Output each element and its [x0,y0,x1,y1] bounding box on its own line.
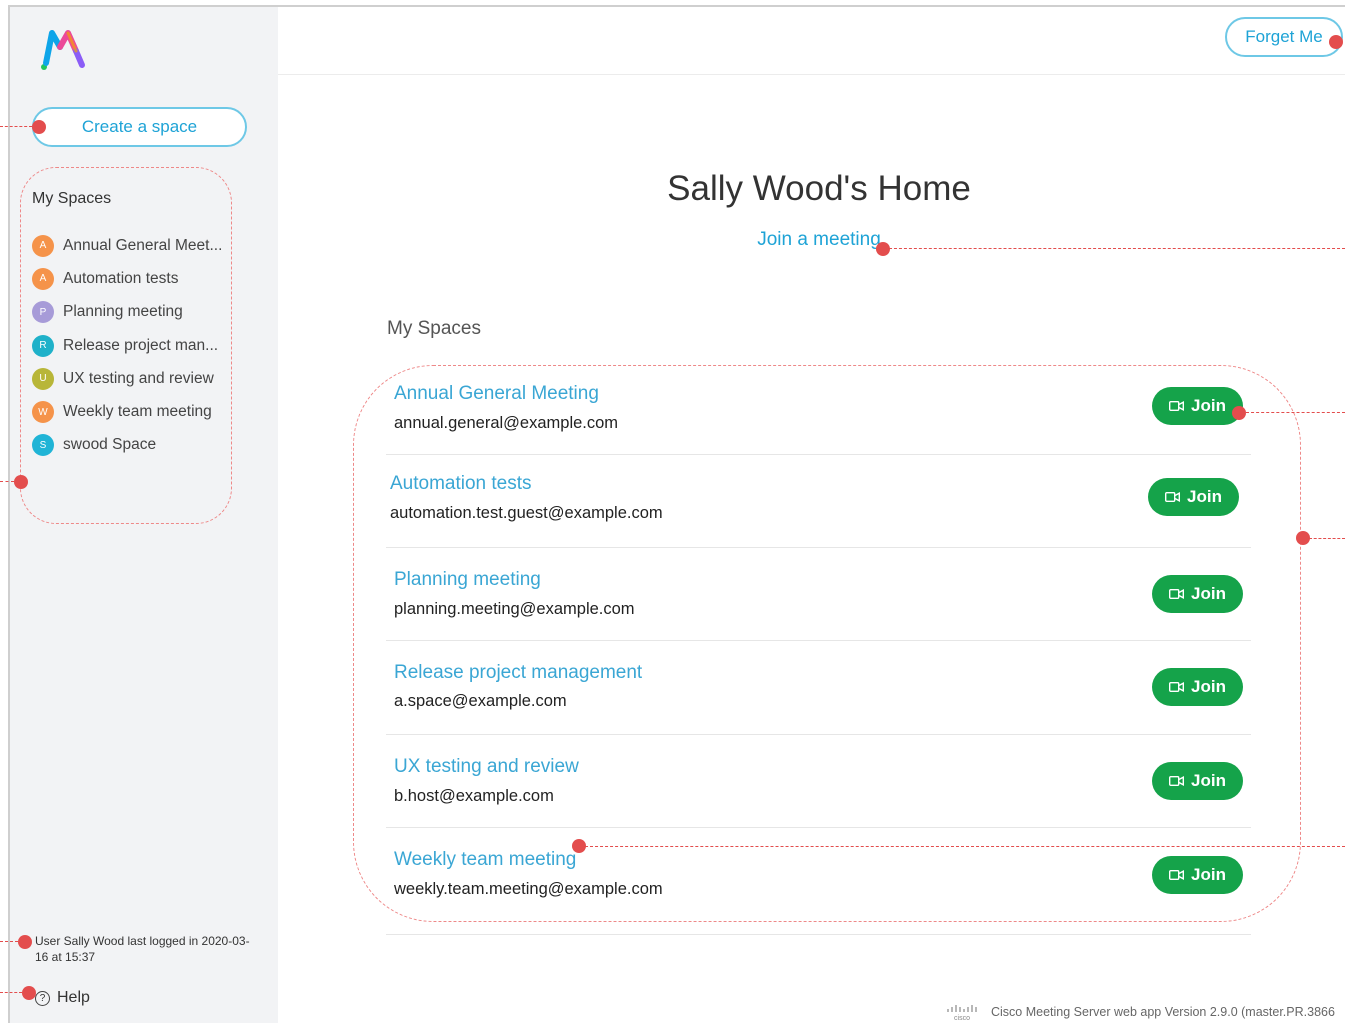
space-avatar: W [32,401,54,424]
join-button[interactable]: Join [1152,575,1243,613]
space-email: annual.general@example.com [394,414,619,432]
annotation-marker [572,839,586,853]
space-email: planning.meeting@example.com [394,600,635,618]
annotation-line [0,992,22,993]
join-label: Join [1191,677,1226,696]
space-avatar: U [32,367,54,390]
space-name[interactable]: Weekly team meeting [394,849,576,871]
footer: cisco Cisco Meeting Server web app Versi… [945,1003,1335,1021]
page-title: Sally Wood's Home [667,169,971,208]
space-name[interactable]: Automation tests [390,473,532,495]
create-space-button[interactable]: Create a space [32,107,247,147]
join-button[interactable]: Join [1152,668,1243,706]
annotation-line [889,248,1345,249]
sidebar-item-annual-general-meeting[interactable]: A Annual General Meet... [32,229,222,262]
space-email: b.host@example.com [394,787,554,805]
sidebar-item-label: UX testing and review [63,369,214,387]
space-row: UX testing and review b.host@example.com… [386,735,1251,828]
join-label: Join [1191,771,1226,790]
camera-icon [1169,401,1185,411]
camera-icon [1165,492,1181,502]
sidebar-item-label: Release project man... [63,336,219,354]
help-icon: ? [35,990,50,1006]
sidebar-my-spaces-heading: My Spaces [32,190,112,207]
join-label: Join [1191,865,1226,884]
last-login-status: User Sally Wood last logged in 2020-03-1… [35,934,250,964]
join-label: Join [1191,396,1226,415]
sidebar-item-label: Weekly team meeting [63,403,212,421]
sidebar-item-label: Automation tests [63,269,179,287]
version-text: Cisco Meeting Server web app Version 2.9… [991,1005,1335,1019]
sidebar-item-label: Planning meeting [63,303,183,321]
forget-me-button[interactable]: Forget Me [1225,17,1343,57]
space-row: Weekly team meeting weekly.team.meeting@… [386,828,1251,935]
annotation-marker [1296,531,1310,545]
camera-icon [1169,682,1185,692]
sidebar-item-label: Annual General Meet... [63,236,223,254]
cisco-wordmark: cisco [954,1015,970,1021]
camera-icon [1169,589,1185,599]
space-email: a.space@example.com [394,692,567,710]
annotation-marker [1329,35,1343,49]
annotation-marker [32,120,46,134]
annotation-line [1309,538,1345,539]
annotation-line [585,846,1345,847]
space-avatar: R [32,334,54,357]
annotation-line [1246,412,1345,413]
space-row: Automation tests automation.test.guest@e… [386,455,1251,548]
space-row: Release project management a.space@examp… [386,641,1251,735]
cisco-logo: cisco [947,1005,977,1021]
sidebar-item-swood-space[interactable]: S swood Space [32,429,222,462]
annotation-line [0,941,18,942]
join-button[interactable]: Join [1152,387,1243,425]
space-row: Annual General Meeting annual.general@ex… [386,369,1251,455]
help-link[interactable]: ? Help [35,989,90,1007]
header-divider [278,74,1345,75]
sidebar-item-release-project[interactable]: R Release project man... [32,329,222,362]
join-button[interactable]: Join [1148,478,1239,516]
annotation-marker [876,242,890,256]
app-logo [41,30,85,70]
space-name[interactable]: Release project management [394,662,642,684]
camera-icon [1169,870,1185,880]
space-name[interactable]: UX testing and review [394,756,579,778]
sidebar-item-weekly-team-meeting[interactable]: W Weekly team meeting [32,395,222,428]
annotation-marker [18,935,32,949]
main-content: Forget Me Sally Wood's Home Join a meeti… [278,7,1345,1023]
space-avatar: P [32,301,54,324]
sidebar-item-automation-tests[interactable]: A Automation tests [32,262,222,295]
join-button[interactable]: Join [1152,762,1243,800]
annotation-marker [22,986,36,1000]
annotation-line [0,126,32,127]
sidebar: Create a space My Spaces A Annual Genera… [10,7,278,1023]
camera-icon [1169,776,1185,786]
my-spaces-heading: My Spaces [387,318,481,339]
space-name[interactable]: Annual General Meeting [394,383,599,405]
space-avatar: S [32,434,54,457]
space-avatar: A [32,234,54,257]
sidebar-space-list: A Annual General Meet... A Automation te… [32,229,222,462]
space-avatar: A [32,267,54,290]
annotation-line [0,481,14,482]
join-label: Join [1191,584,1226,603]
sidebar-item-label: swood Space [63,436,157,454]
join-label: Join [1187,487,1222,506]
space-name[interactable]: Planning meeting [394,569,541,591]
annotation-marker [14,475,28,489]
space-email: automation.test.guest@example.com [390,504,663,522]
annotation-marker [1232,406,1246,420]
sidebar-item-planning-meeting[interactable]: P Planning meeting [32,296,222,329]
join-button[interactable]: Join [1152,856,1243,894]
help-label: Help [57,989,90,1006]
space-email: weekly.team.meeting@example.com [394,880,663,898]
sidebar-item-ux-testing[interactable]: U UX testing and review [32,362,222,395]
space-row: Planning meeting planning.meeting@exampl… [386,548,1251,641]
